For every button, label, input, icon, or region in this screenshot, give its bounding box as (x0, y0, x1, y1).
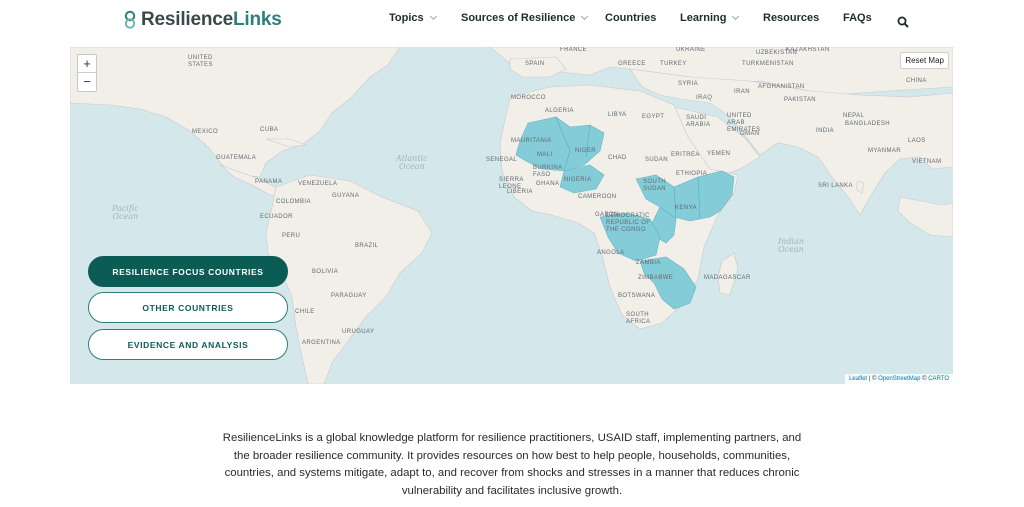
map-label: GUYANA (332, 193, 360, 199)
map-label: CUBA (260, 127, 279, 133)
map-label: PANAMA (255, 179, 283, 185)
resilience-focus-countries-button[interactable]: RESILIENCE FOCUS COUNTRIES (88, 256, 288, 287)
map-label: NIGER (575, 148, 597, 154)
map-label: ZAMBIA (636, 260, 661, 266)
map-attribution: Leaflet | © OpenStreetMap © CARTO (845, 374, 953, 384)
openstreetmap-link[interactable]: OpenStreetMap (878, 376, 920, 382)
map-label: AFGHANISTAN (758, 84, 805, 90)
site-header: ResilienceLinks Topics Sources of Resili… (0, 0, 1024, 40)
zoom-out-button[interactable]: − (78, 73, 96, 91)
map-label: IRAQ (696, 95, 713, 101)
chevron-down-icon (581, 12, 589, 21)
map-label: GUATEMALA (216, 155, 257, 161)
map-label: TURKMENISTAN (742, 61, 794, 67)
map-label: BRAZIL (355, 243, 379, 249)
world-map[interactable]: UNITED STATES MEXICO CUBA GUATEMALA PANAM… (70, 47, 953, 384)
map-label: ANGOLA (597, 250, 625, 256)
map-label: ZIMBABWE (638, 275, 674, 281)
map-label: EGYPT (642, 114, 665, 120)
map-label: TURKEY (660, 61, 687, 67)
map-label: SENEGAL (486, 157, 518, 163)
map-label: SPAIN (525, 61, 545, 67)
map-label: BANGLADESH (845, 121, 891, 127)
search-icon[interactable] (897, 15, 909, 28)
intro-paragraph: ResilienceLinks is a global knowledge pl… (222, 432, 802, 497)
map-label: ECUADOR (260, 214, 293, 220)
map-label: NEPAL (843, 113, 865, 119)
map-label: SYRIA (678, 81, 699, 87)
map-label: LAOS (908, 138, 926, 144)
map-label: UZBEKISTAN (756, 50, 798, 56)
map-label: BOTSWANA (618, 293, 656, 299)
map-label: MEXICO (192, 129, 219, 135)
zoom-control: + − (77, 54, 97, 92)
map-label: KENYA (675, 205, 697, 211)
carto-link[interactable]: CARTO (928, 376, 949, 382)
map-label: CHILE (295, 309, 315, 315)
leaflet-link[interactable]: Leaflet (849, 376, 867, 382)
chevron-down-icon (429, 12, 437, 21)
map-label: FRANCE (560, 47, 588, 53)
map-label: ERITREA (671, 152, 700, 158)
map-label: LIBERIA (507, 189, 533, 195)
map-label: OMAN (740, 131, 760, 137)
map-label: UNITED STATES (188, 55, 213, 68)
map-label: UKRAINE (676, 47, 706, 53)
map-label: ALGERIA (545, 108, 574, 114)
map-label: URUGUAY (342, 329, 375, 335)
map-label: SUDAN (645, 157, 669, 163)
zoom-in-button[interactable]: + (78, 55, 96, 73)
map-label: MAURITANIA (511, 138, 552, 144)
map-label: DEMOCRATIC REPUBLIC OF THE CONGO (606, 213, 651, 233)
ocean-label-pacific: Pacific Ocean (112, 204, 139, 221)
map-label: INDIA (816, 128, 835, 134)
chevron-down-icon (732, 12, 740, 21)
ocean-label-indian: Indian Ocean (778, 237, 804, 254)
nav-topics[interactable]: Topics (389, 12, 437, 24)
map-label: SOUTH AFRICA (626, 312, 651, 325)
nav-faqs[interactable]: FAQs (843, 12, 872, 24)
map-label: COLOMBIA (276, 199, 311, 205)
evidence-and-analysis-button[interactable]: EVIDENCE AND ANALYSIS (88, 329, 288, 360)
reset-map-button[interactable]: Reset Map (900, 52, 949, 69)
map-label: YEMEN (707, 151, 731, 157)
map-label: MOROCCO (511, 95, 546, 101)
map-label: GREECE (618, 61, 646, 67)
ocean-label-atlantic: Atlantic Ocean (396, 154, 428, 171)
map-label: VIETNAM (912, 159, 942, 165)
map-label: MALI (537, 152, 553, 158)
map-label: CHAD (608, 155, 627, 161)
nav-learning[interactable]: Learning (680, 12, 740, 24)
other-countries-button[interactable]: OTHER COUNTRIES (88, 292, 288, 323)
map-label: GHANA (536, 181, 560, 187)
map-label: NIGERIA (564, 177, 592, 183)
map-label: MADAGASCAR (704, 275, 751, 281)
map-label: SOUTH SUDAN (643, 179, 667, 192)
nav-countries[interactable]: Countries (605, 12, 656, 24)
map-label: ARGENTINA (302, 340, 341, 346)
map-label: BURKINA FASO (533, 165, 563, 178)
map-label: ETHIOPIA (676, 171, 708, 177)
nav-sources-of-resilience[interactable]: Sources of Resilience (461, 12, 589, 24)
brand-name: ResilienceLinks (141, 9, 282, 30)
nav-resources[interactable]: Resources (763, 12, 819, 24)
map-label: CAMEROON (578, 194, 617, 200)
map-label: SRI LANKA (818, 183, 853, 189)
map-label: PERU (282, 233, 301, 239)
map-label: PAKISTAN (784, 97, 816, 103)
site-logo[interactable]: ResilienceLinks (122, 9, 282, 31)
map-label: LIBYA (608, 112, 627, 118)
map-label: CHINA (906, 78, 927, 84)
map-label: VENEZUELA (298, 181, 338, 187)
map-label: MYANMAR (868, 148, 902, 154)
map-label: IRAN (734, 89, 750, 95)
link-chain-icon (122, 10, 138, 30)
map-label: SAUDI ARABIA (686, 115, 711, 128)
map-label: BOLIVIA (312, 269, 339, 275)
map-label: PARAGUAY (331, 293, 367, 299)
